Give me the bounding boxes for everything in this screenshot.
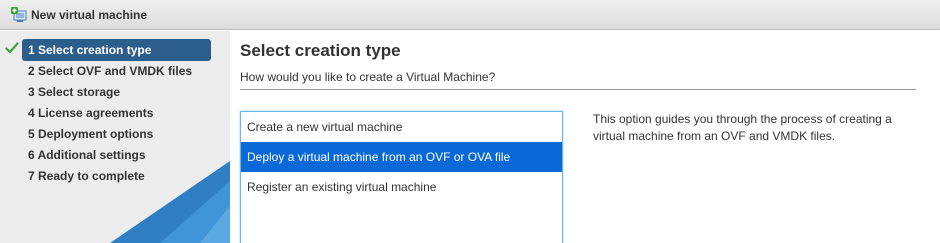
wizard-step-label: 3 Select storage [28,85,121,99]
wizard-step-label: 1 Select creation type [28,43,152,57]
title-bar: New virtual machine [0,0,940,30]
option-register-existing-vm[interactable]: Register an existing virtual machine [241,172,562,202]
wizard-step-5[interactable]: 5 Deployment options [0,124,230,145]
wizard-step-list: 1 Select creation type 2 Select OVF and … [0,39,230,187]
wizard-step-label: 5 Deployment options [28,127,154,141]
wizard-step-1[interactable]: 1 Select creation type [22,39,211,61]
wizard-step-label: 2 Select OVF and VMDK files [28,64,193,78]
new-vm-icon [11,7,27,22]
header-divider [240,89,916,90]
option-description: This option guides you through the proce… [593,112,892,143]
wizard-step-label: 4 License agreements [28,106,154,120]
wizard-step-label: 7 Ready to complete [28,169,145,183]
page-subtitle: How would you like to create a Virtual M… [240,70,496,84]
option-create-new-vm[interactable]: Create a new virtual machine [241,112,562,142]
wizard-step-4[interactable]: 4 License agreements [0,103,230,124]
window-title: New virtual machine [31,8,148,22]
checkmark-icon [5,42,19,54]
wizard-step-3[interactable]: 3 Select storage [0,82,230,103]
page-title: Select creation type [240,41,401,60]
wizard-step-6[interactable]: 6 Additional settings [0,145,230,166]
wizard-step-label: 6 Additional settings [28,148,146,162]
new-vm-wizard-window: New virtual machine 1 Select creation ty… [0,0,940,243]
main-content: Select creation type How would you like … [230,31,940,243]
creation-type-list[interactable]: Create a new virtual machine Deploy a vi… [240,111,563,243]
wizard-steps-sidebar: 1 Select creation type 2 Select OVF and … [0,31,230,243]
wizard-step-7[interactable]: 7 Ready to complete [0,166,230,187]
option-deploy-from-ovf[interactable]: Deploy a virtual machine from an OVF or … [241,142,562,172]
wizard-step-2[interactable]: 2 Select OVF and VMDK files [0,61,230,82]
